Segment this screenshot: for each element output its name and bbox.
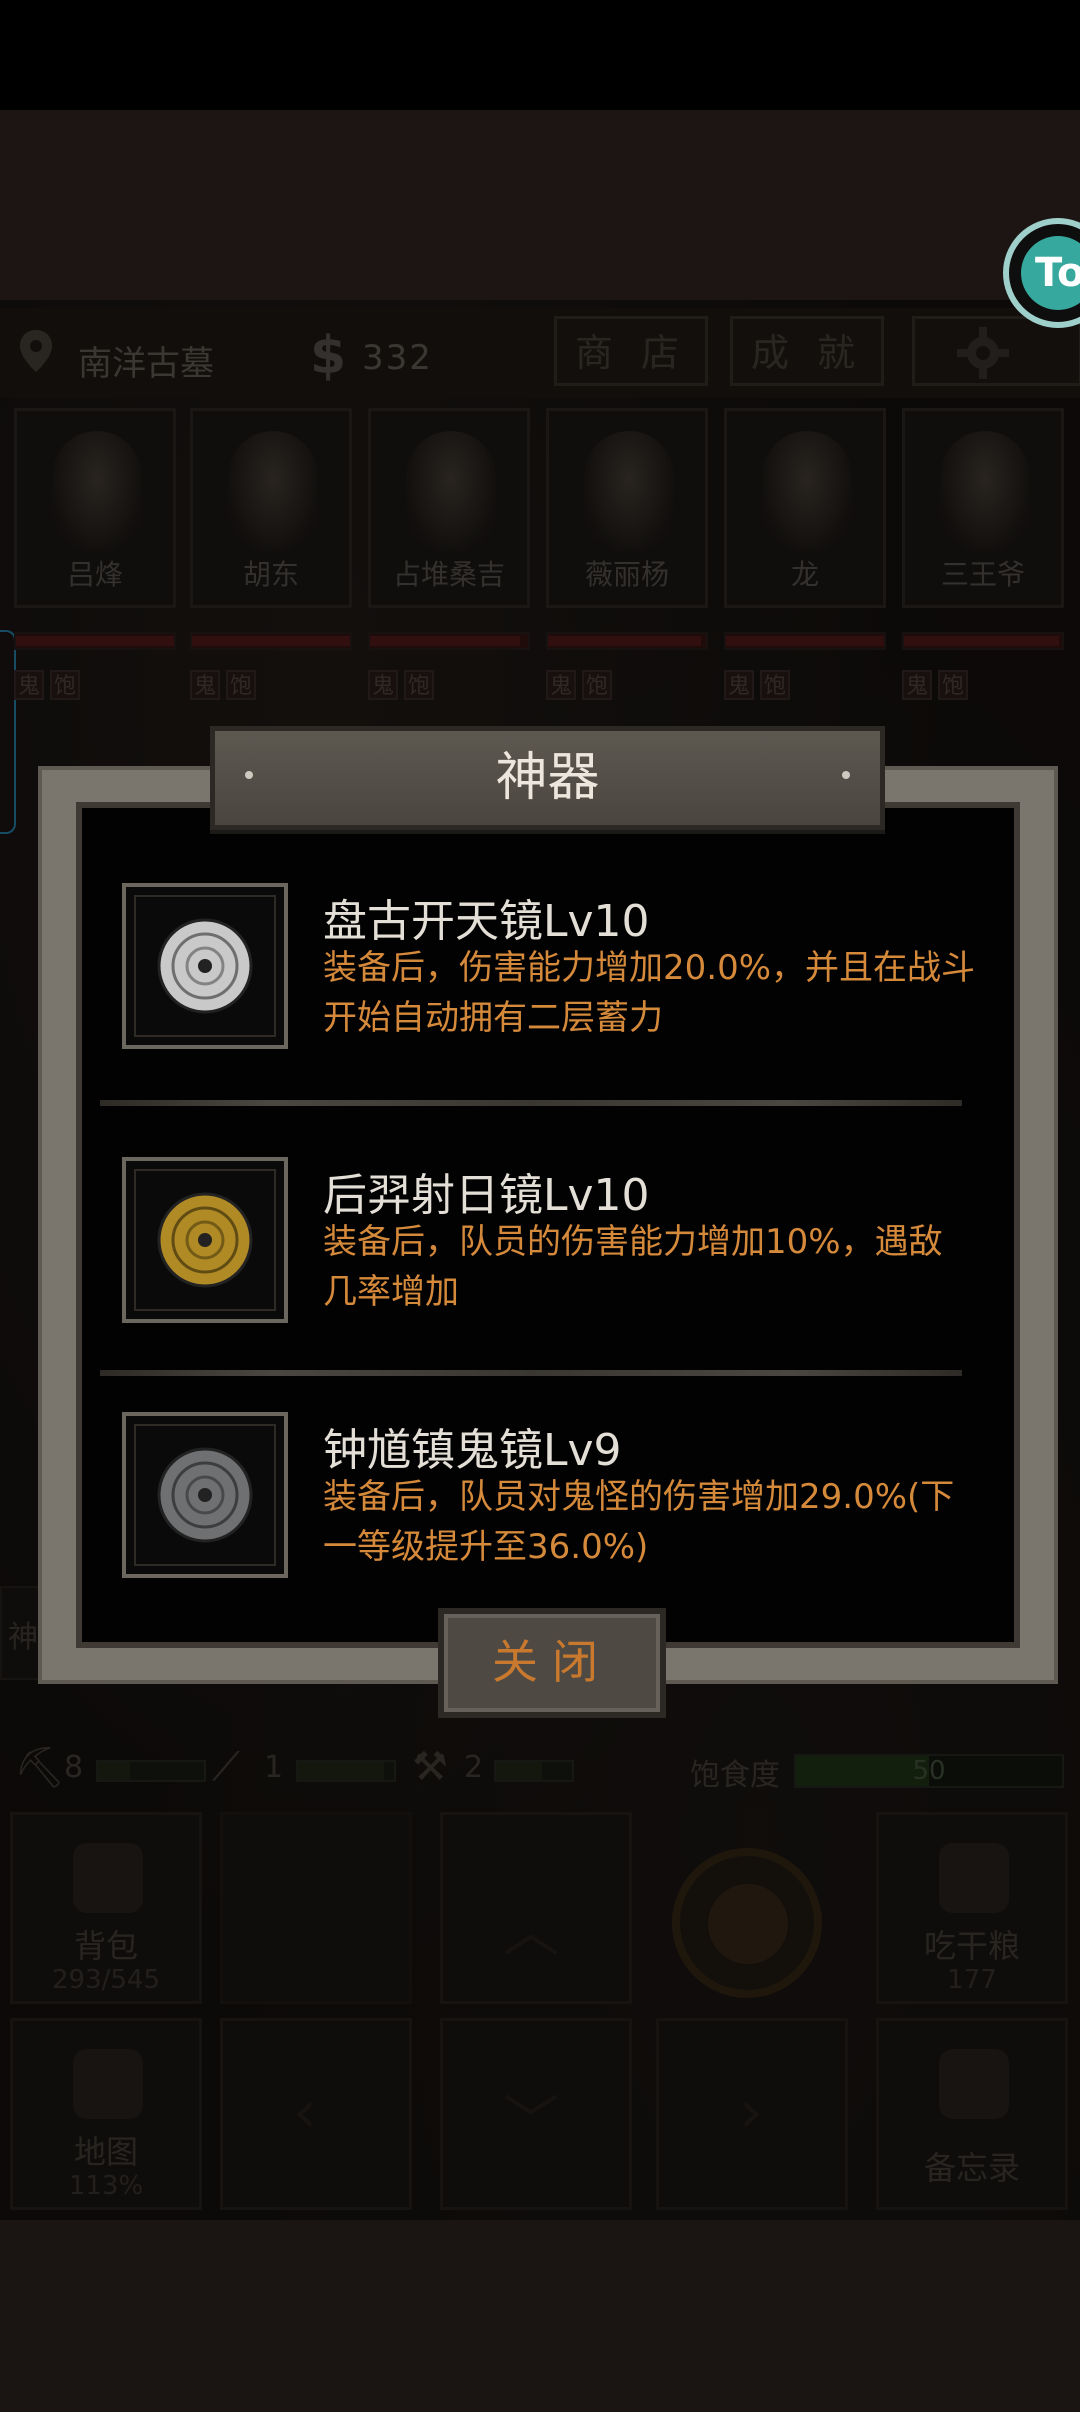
floating-tool-badge-label: To: [1021, 236, 1080, 310]
artifact-description: 装备后，伤害能力增加20.0%，并且在战斗: [323, 948, 976, 988]
artifact-description: 装备后，队员的伤害能力增加10%，遇敌: [323, 1222, 943, 1262]
mirror-icon: [157, 918, 253, 1014]
artifact-icon-frame[interactable]: [122, 1157, 288, 1323]
system-status-bar: [0, 0, 1080, 110]
artifact-name: 后羿射日镜Lv10: [323, 1170, 650, 1221]
artifact-name: 盘古开天镜Lv10: [323, 896, 650, 947]
artifact-name: 钟馗镇鬼镜Lv9: [323, 1425, 622, 1476]
artifact-description: 几率增加: [323, 1272, 459, 1312]
item-divider: [100, 1370, 962, 1376]
mirror-icon: [157, 1447, 253, 1543]
item-divider: [100, 1100, 962, 1106]
navigation-bar: [0, 2220, 1080, 2412]
artifact-icon-frame[interactable]: [122, 1412, 288, 1578]
close-button[interactable]: 关闭: [438, 1608, 666, 1718]
artifact-icon-frame[interactable]: [122, 883, 288, 1049]
dialog-title: 神器: [495, 748, 600, 808]
artifact-description: 开始自动拥有二层蓄力: [323, 998, 663, 1038]
mirror-icon: [157, 1192, 253, 1288]
artifact-description: 装备后，队员对鬼怪的伤害增加29.0%(下: [323, 1477, 955, 1517]
close-button-label: 关闭: [492, 1635, 612, 1689]
artifact-description: 一等级提升至36.0%): [323, 1527, 649, 1567]
dialog-title-plate: 神器: [210, 726, 885, 830]
